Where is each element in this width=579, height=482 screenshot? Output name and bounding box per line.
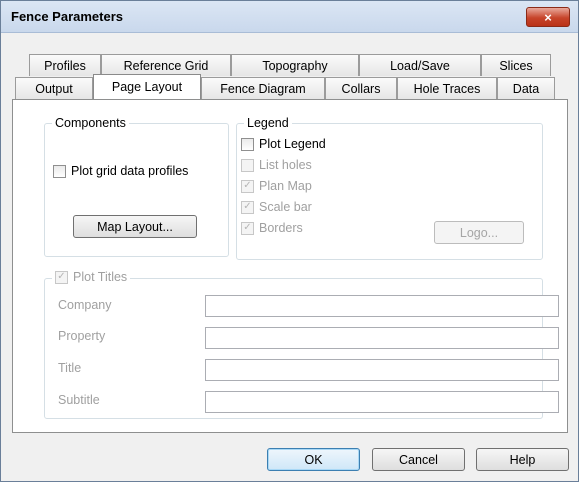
legend-group: Legend Plot Legend List holes ✓ Plan Map… bbox=[236, 115, 543, 260]
tab-collars[interactable]: Collars bbox=[325, 77, 397, 99]
tab-load-save[interactable]: Load/Save bbox=[359, 54, 481, 76]
tab-topography[interactable]: Topography bbox=[231, 54, 359, 76]
help-button[interactable]: Help bbox=[476, 448, 569, 471]
fence-parameters-dialog: Fence Parameters × Profiles Reference Gr… bbox=[0, 0, 579, 482]
plot-legend-checkbox[interactable]: Plot Legend bbox=[241, 137, 326, 151]
ok-button[interactable]: OK bbox=[267, 448, 360, 471]
tab-data[interactable]: Data bbox=[497, 77, 555, 99]
components-group: Components Plot grid data profiles Map L… bbox=[44, 115, 229, 257]
plan-map-checkbox[interactable]: ✓ Plan Map bbox=[241, 179, 312, 193]
company-field[interactable] bbox=[205, 295, 559, 317]
plot-grid-profiles-label: Plot grid data profiles bbox=[71, 164, 189, 178]
list-holes-label: List holes bbox=[259, 158, 312, 172]
checkbox-box bbox=[241, 158, 254, 172]
subtitle-field[interactable] bbox=[205, 391, 559, 413]
checkbox-box bbox=[53, 164, 66, 178]
cancel-button[interactable]: Cancel bbox=[372, 448, 465, 471]
property-label: Property bbox=[58, 329, 106, 343]
check-icon: ✓ bbox=[55, 270, 68, 284]
company-label: Company bbox=[58, 298, 112, 312]
borders-checkbox[interactable]: ✓ Borders bbox=[241, 221, 303, 235]
plot-titles-group: ✓ Plot Titles Company Property Title Sub… bbox=[44, 270, 559, 419]
check-icon: ✓ bbox=[241, 179, 254, 193]
tab-slices[interactable]: Slices bbox=[481, 54, 551, 76]
plot-legend-label: Plot Legend bbox=[259, 137, 326, 151]
property-field[interactable] bbox=[205, 327, 559, 349]
borders-label: Borders bbox=[259, 221, 303, 235]
scale-bar-label: Scale bar bbox=[259, 200, 312, 214]
title-bar: Fence Parameters × bbox=[1, 1, 578, 33]
close-icon: × bbox=[544, 9, 552, 25]
tab-output[interactable]: Output bbox=[15, 77, 93, 99]
tab-page-layout[interactable]: Page Layout bbox=[93, 74, 201, 99]
components-group-title: Components bbox=[52, 115, 129, 131]
subtitle-label: Subtitle bbox=[58, 393, 100, 407]
tab-profiles[interactable]: Profiles bbox=[29, 54, 101, 76]
map-layout-button[interactable]: Map Layout... bbox=[73, 215, 197, 238]
tab-hole-traces[interactable]: Hole Traces bbox=[397, 77, 497, 99]
plot-titles-checkbox[interactable]: ✓ Plot Titles bbox=[52, 270, 131, 284]
page-layout-panel: Components Plot grid data profiles Map L… bbox=[12, 99, 568, 433]
close-button[interactable]: × bbox=[526, 7, 570, 27]
scale-bar-checkbox[interactable]: ✓ Scale bar bbox=[241, 200, 312, 214]
list-holes-checkbox[interactable]: List holes bbox=[241, 158, 312, 172]
checkbox-box bbox=[241, 137, 254, 151]
legend-group-title: Legend bbox=[244, 115, 292, 131]
tab-reference-grid[interactable]: Reference Grid bbox=[101, 54, 231, 76]
plan-map-label: Plan Map bbox=[259, 179, 312, 193]
logo-button[interactable]: Logo... bbox=[434, 221, 524, 244]
title-label: Title bbox=[58, 361, 82, 375]
check-icon: ✓ bbox=[241, 221, 254, 235]
title-field[interactable] bbox=[205, 359, 559, 381]
check-icon: ✓ bbox=[241, 200, 254, 214]
tab-fence-diagram[interactable]: Fence Diagram bbox=[201, 77, 325, 99]
plot-titles-label: Plot Titles bbox=[73, 270, 128, 284]
plot-grid-profiles-checkbox[interactable]: Plot grid data profiles bbox=[53, 164, 188, 178]
window-title: Fence Parameters bbox=[11, 9, 124, 24]
